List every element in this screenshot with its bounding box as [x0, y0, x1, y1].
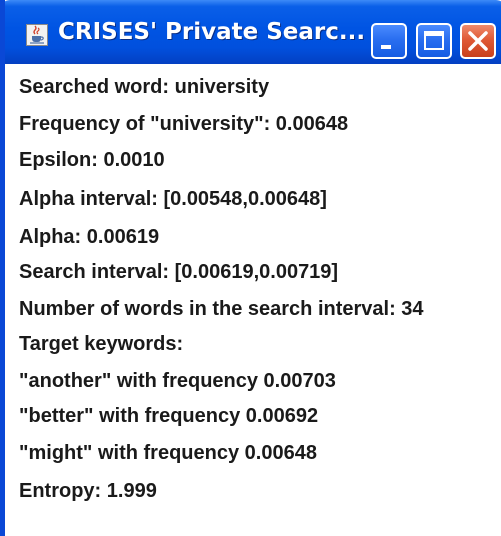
alpha-interval-label: Alpha interval: [0.00548,0.00648]	[19, 188, 327, 210]
application-window: CRISES' Private Searc... Searched word: …	[0, 0, 501, 536]
close-icon	[468, 31, 488, 51]
minimize-icon	[381, 45, 391, 49]
minimize-button[interactable]	[371, 23, 407, 59]
alpha-label: Alpha: 0.00619	[19, 226, 160, 248]
words-in-interval-label: Number of words in the search interval: …	[19, 298, 424, 320]
java-cup-icon[interactable]	[26, 24, 48, 46]
window-title: CRISES' Private Searc...	[58, 19, 366, 45]
target-keywords-label: Target keywords:	[19, 333, 184, 355]
epsilon-label: Epsilon: 0.0010	[19, 149, 165, 171]
keyword-item: "better" with frequency 0.00692	[19, 405, 319, 427]
close-button[interactable]	[460, 23, 496, 59]
title-bar[interactable]: CRISES' Private Searc...	[5, 0, 501, 64]
searched-word-label: Searched word: university	[19, 76, 270, 98]
keyword-item: "might" with frequency 0.00648	[19, 442, 317, 464]
frequency-label: Frequency of "university": 0.00648	[19, 113, 349, 135]
maximize-button[interactable]	[416, 23, 452, 59]
results-panel: Searched word: university Frequency of "…	[19, 70, 501, 536]
keyword-item: "another" with frequency 0.00703	[19, 370, 336, 392]
maximize-icon	[424, 31, 444, 50]
search-interval-label: Search interval: [0.00619,0.00719]	[19, 261, 339, 283]
entropy-label: Entropy: 1.999	[19, 480, 157, 502]
